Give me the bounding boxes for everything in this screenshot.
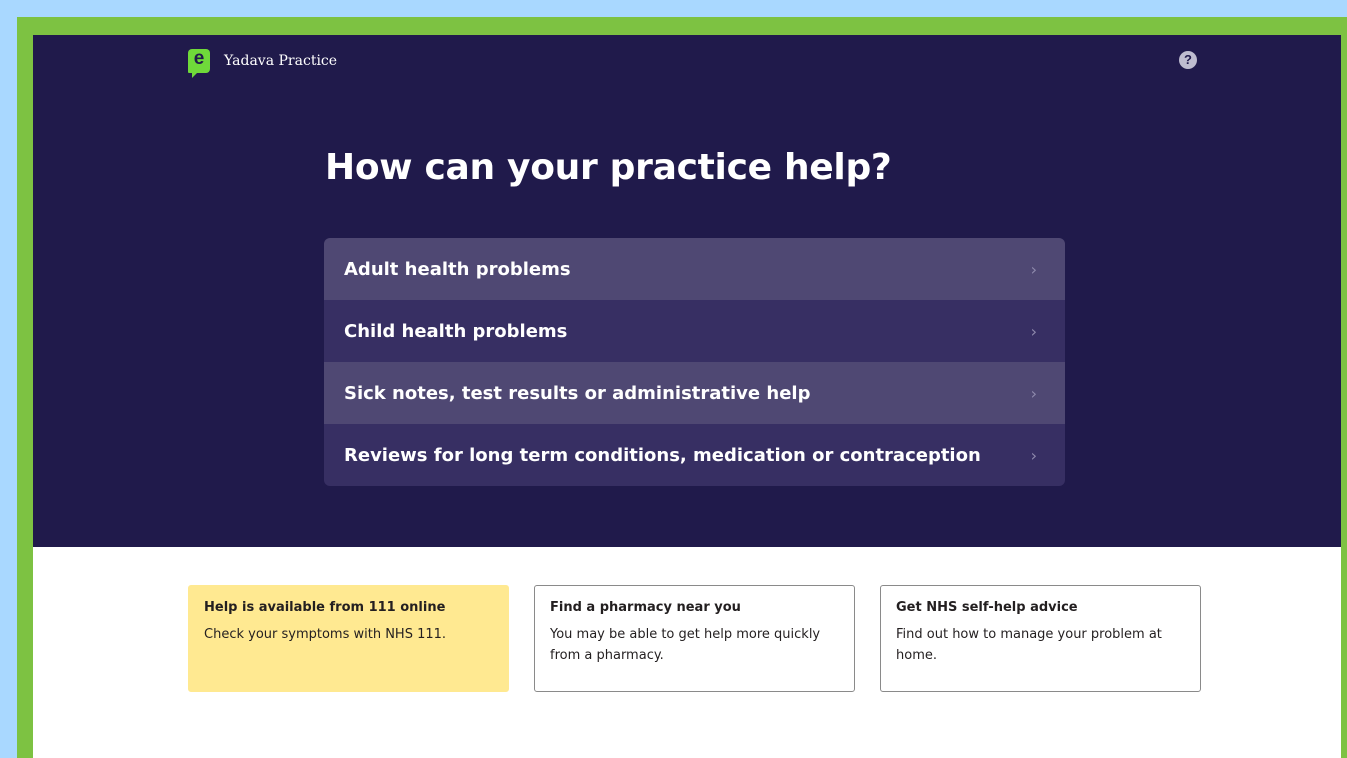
menu-item-label: Sick notes, test results or administrati… (344, 382, 811, 404)
chevron-right-icon: › (1030, 383, 1037, 403)
chevron-right-icon: › (1030, 445, 1037, 465)
menu-item-label: Child health problems (344, 320, 568, 342)
page: e Yadava Practice ? How can your practic… (33, 35, 1341, 758)
menu-item-admin-help[interactable]: Sick notes, test results or administrati… (324, 362, 1065, 424)
card-title: Help is available from 111 online (204, 600, 446, 615)
chevron-right-icon: › (1030, 321, 1037, 341)
app-logo-icon[interactable]: e (188, 49, 210, 78)
card-111-online[interactable]: Help is available from 111 online Check … (188, 585, 509, 692)
hero-section: e Yadava Practice ? How can your practic… (33, 35, 1341, 547)
menu-item-label: Reviews for long term conditions, medica… (344, 444, 981, 466)
card-text: Check your symptoms with NHS 111. (204, 627, 447, 642)
card-self-help[interactable]: Get NHS self-help advice Find out how to… (880, 585, 1201, 692)
card-title: Get NHS self-help advice (896, 600, 1078, 615)
page-title: How can your practice help? (325, 147, 892, 188)
menu-item-child-health[interactable]: Child health problems › (324, 300, 1065, 362)
card-text: Find out how to manage your problem at h… (896, 627, 1162, 663)
card-title: Find a pharmacy near you (550, 600, 741, 615)
browser-frame: e Yadava Practice ? How can your practic… (17, 17, 1347, 758)
chevron-right-icon: › (1030, 259, 1037, 279)
menu-item-reviews[interactable]: Reviews for long term conditions, medica… (324, 424, 1065, 486)
card-text: You may be able to get help more quickly… (550, 627, 821, 663)
card-find-pharmacy[interactable]: Find a pharmacy near you You may be able… (534, 585, 855, 692)
menu-item-adult-health[interactable]: Adult health problems › (324, 238, 1065, 300)
practice-name: Yadava Practice (224, 53, 338, 69)
menu-item-label: Adult health problems (344, 258, 571, 280)
info-cards: Help is available from 111 online Check … (188, 585, 1201, 692)
help-options-menu: Adult health problems › Child health pro… (324, 238, 1065, 486)
topbar: e Yadava Practice (188, 49, 338, 78)
help-icon[interactable]: ? (1179, 51, 1197, 69)
